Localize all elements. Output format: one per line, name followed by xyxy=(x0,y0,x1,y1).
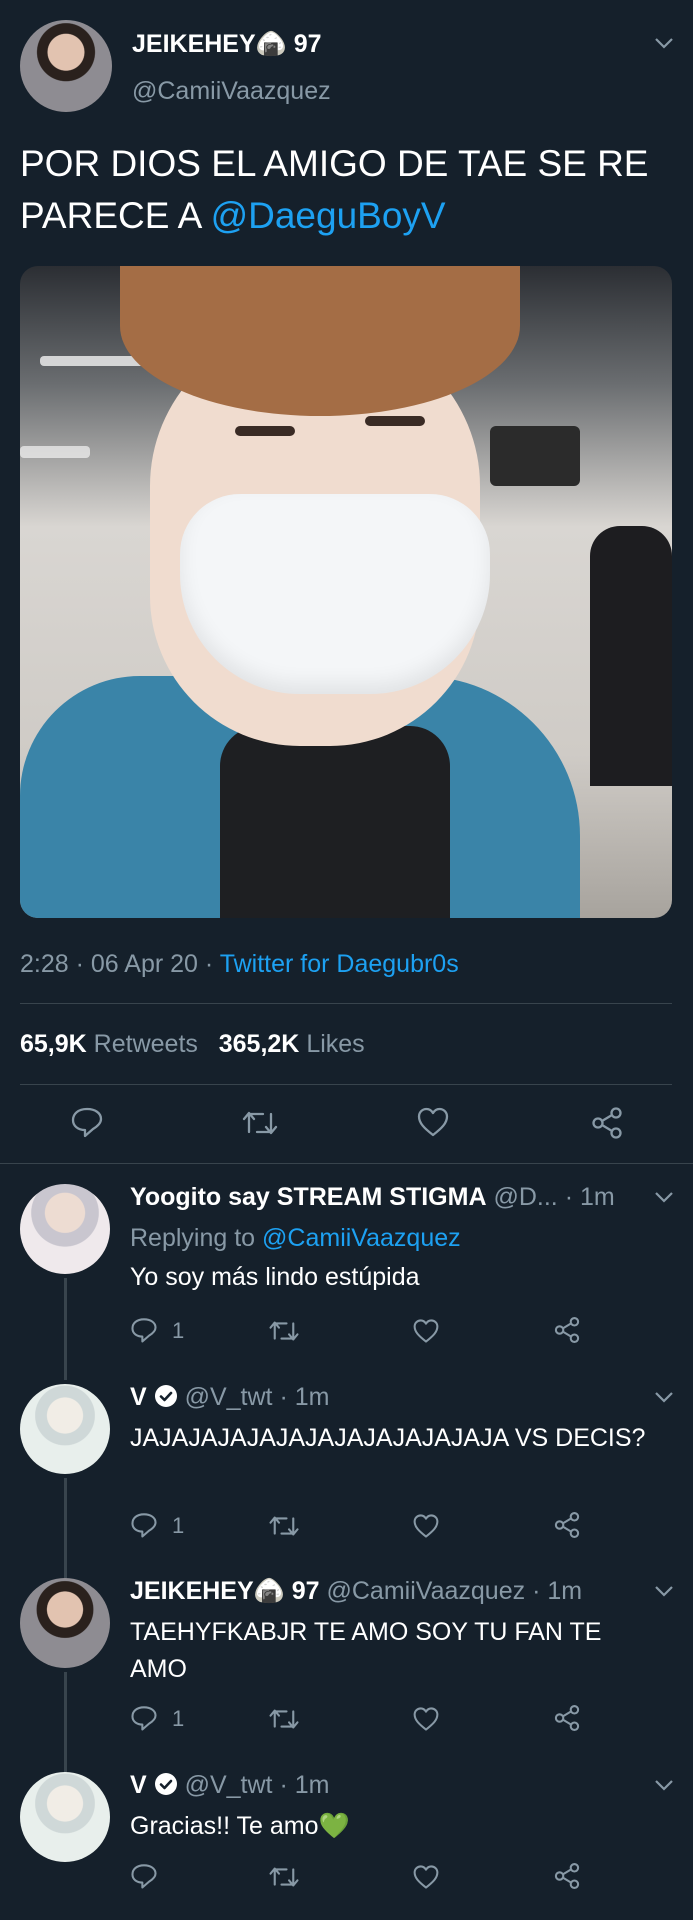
reply-icon[interactable] xyxy=(130,1704,158,1732)
author-avatar[interactable] xyxy=(20,20,112,112)
photo-speaker xyxy=(490,426,580,486)
reply-avatar[interactable] xyxy=(20,1578,110,1668)
reply-handle[interactable]: @CamiiVaazquez xyxy=(327,1577,526,1605)
heart-icon[interactable] xyxy=(416,1106,450,1138)
retweet-icon[interactable] xyxy=(268,1513,300,1539)
chevron-down-icon[interactable] xyxy=(654,1778,674,1792)
reply-text: JAJAJAJAJAJAJAJAJAJAJAJAJA VS DECIS? xyxy=(130,1424,646,1452)
chevron-down-icon[interactable] xyxy=(654,1190,674,1204)
retweet-icon[interactable] xyxy=(268,1706,300,1732)
author-handle[interactable]: @CamiiVaazquez xyxy=(132,77,331,106)
reply-time: 1m xyxy=(294,1771,330,1799)
reply-header: JEIKEHEY🍙 97 @CamiiVaazquez · 1m xyxy=(130,1577,582,1606)
tweet-date: 06 Apr 20 xyxy=(90,950,198,978)
likes-label: Likes xyxy=(306,1030,365,1058)
reply-handle[interactable]: @V_twt xyxy=(185,1771,273,1799)
retweet-icon[interactable] xyxy=(268,1318,300,1344)
reply-display-name[interactable]: Yoogito say STREAM STIGMA xyxy=(130,1183,487,1211)
tweet-stats: 65,9K Retweets 365,2K Likes xyxy=(20,1030,365,1059)
likes-count: 365,2K xyxy=(218,1030,300,1058)
reply-icon[interactable] xyxy=(130,1862,158,1890)
reply-text: TAEHYFKABJR TE AMO SOY TU FAN TE AMO xyxy=(130,1618,602,1683)
retweet-icon[interactable] xyxy=(241,1108,279,1138)
heart-icon[interactable] xyxy=(412,1318,440,1344)
heart-icon[interactable] xyxy=(412,1864,440,1890)
tweet-time: 2:28 xyxy=(20,950,69,978)
separator-dot: · xyxy=(75,950,84,978)
retweets-stat[interactable]: 65,9K Retweets xyxy=(20,1030,198,1058)
reply-icon[interactable] xyxy=(130,1511,158,1539)
replying-to-label: Replying to xyxy=(130,1224,256,1252)
separator-dot: · xyxy=(204,950,214,978)
reply-avatar[interactable] xyxy=(20,1384,110,1474)
replying-to-link[interactable]: @CamiiVaazquez xyxy=(262,1224,461,1252)
chevron-down-icon[interactable] xyxy=(654,1390,674,1404)
reply-avatar[interactable] xyxy=(20,1772,110,1862)
heart-icon[interactable] xyxy=(412,1706,440,1732)
tweet-client-link[interactable]: Twitter for Daegubr0s xyxy=(220,950,459,978)
photo-right-eye xyxy=(235,426,295,436)
share-icon[interactable] xyxy=(590,1106,624,1140)
divider xyxy=(0,1163,693,1164)
divider xyxy=(20,1003,672,1004)
likes-stat[interactable]: 365,2K Likes xyxy=(219,1030,365,1058)
photo-background-person xyxy=(590,526,672,786)
reply-time: 1m xyxy=(547,1577,583,1605)
reply-display-name[interactable]: V xyxy=(130,1383,147,1411)
reply-count: 1 xyxy=(172,1513,185,1538)
separator-dot: · xyxy=(532,1577,541,1605)
share-icon[interactable] xyxy=(553,1704,581,1732)
replying-to-line: Replying to @CamiiVaazquez xyxy=(130,1224,461,1253)
photo-left-eye xyxy=(365,416,425,426)
reply-display-name[interactable]: V xyxy=(130,1771,147,1799)
reply-handle[interactable]: @V_twt xyxy=(185,1383,273,1411)
reply-header: Yoogito say STREAM STIGMA @D... · 1m xyxy=(130,1183,615,1212)
reply-icon[interactable] xyxy=(130,1316,158,1344)
share-icon[interactable] xyxy=(553,1862,581,1890)
thread-line xyxy=(64,1478,67,1580)
separator-dot: · xyxy=(279,1383,288,1411)
divider xyxy=(20,1084,672,1085)
reply-time: 1m xyxy=(579,1183,615,1211)
tweet-photo[interactable] xyxy=(20,266,672,918)
thread-line xyxy=(64,1672,67,1774)
reply-avatar[interactable] xyxy=(20,1184,110,1274)
reply-handle[interactable]: @D... xyxy=(493,1183,557,1211)
thread-line xyxy=(64,1278,67,1380)
reply-display-name[interactable]: JEIKEHEY🍙 97 xyxy=(130,1577,320,1605)
tweet-timestamp-line: 2:28 · 06 Apr 20 · Twitter for Daegubr0s xyxy=(20,950,459,979)
reply-text: Gracias!! Te amo💚 xyxy=(130,1812,350,1840)
retweet-icon[interactable] xyxy=(268,1864,300,1890)
author-display-name[interactable]: JEIKEHEY🍙 97 xyxy=(132,30,322,59)
retweets-label: Retweets xyxy=(93,1030,198,1058)
reply-count: 1 xyxy=(172,1706,185,1731)
photo-mask xyxy=(180,494,490,694)
chevron-down-icon[interactable] xyxy=(654,36,674,50)
retweets-count: 65,9K xyxy=(20,1030,87,1058)
reply-header: V @V_twt · 1m xyxy=(130,1771,329,1803)
reply-count: 1 xyxy=(172,1318,185,1343)
reply-icon[interactable] xyxy=(70,1105,104,1139)
tweet-mention-link[interactable]: @DaeguBoyV xyxy=(211,195,446,236)
reply-time: 1m xyxy=(294,1383,330,1411)
separator-dot: · xyxy=(564,1183,574,1211)
share-icon[interactable] xyxy=(553,1316,581,1344)
photo-tshirt xyxy=(220,726,450,918)
verified-badge-icon xyxy=(154,1384,178,1415)
verified-badge-icon xyxy=(154,1772,178,1803)
chevron-down-icon[interactable] xyxy=(654,1584,674,1598)
separator-dot: · xyxy=(279,1771,288,1799)
heart-icon[interactable] xyxy=(412,1513,440,1539)
reply-text: Yo soy más lindo estúpida xyxy=(130,1263,420,1291)
share-icon[interactable] xyxy=(553,1511,581,1539)
reply-header: V @V_twt · 1m xyxy=(130,1383,329,1415)
photo-ceiling-light-2 xyxy=(20,446,90,458)
tweet-text: POR DIOS EL AMIGO DE TAE SE RE PARECE A … xyxy=(20,138,670,242)
